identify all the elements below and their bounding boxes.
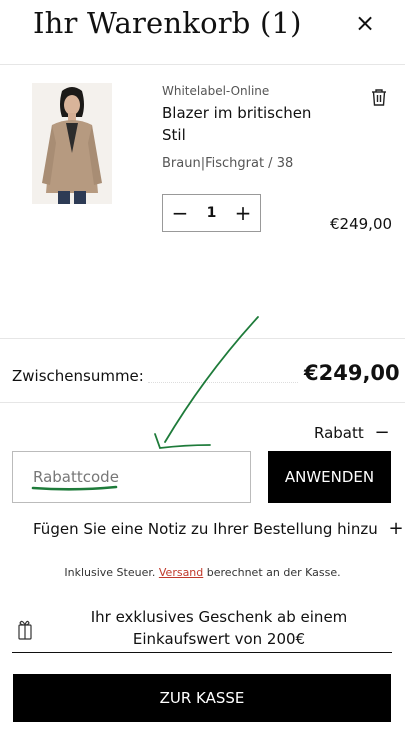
increase-quantity-button[interactable]: + — [234, 203, 252, 223]
subtotal-value: €249,00 — [304, 361, 400, 385]
checkout-button[interactable]: ZUR KASSE — [13, 674, 391, 722]
apply-discount-button[interactable]: ANWENDEN — [268, 451, 391, 503]
tax-shipping-note: Inklusive Steuer. Versand berechnet an d… — [0, 566, 405, 579]
discount-toggle-label: Rabatt — [314, 424, 364, 442]
product-vendor: Whitelabel-Online — [162, 84, 270, 98]
decrease-quantity-button[interactable]: − — [171, 203, 189, 223]
discount-code-input[interactable] — [12, 451, 251, 503]
product-variant: Braun|Fischgrat / 38 — [162, 156, 294, 171]
minus-icon: − — [374, 422, 390, 443]
plus-icon: + — [388, 518, 404, 539]
gift-progress-track — [12, 652, 392, 653]
trash-icon[interactable] — [368, 86, 390, 108]
shipping-link[interactable]: Versand — [159, 566, 203, 579]
dotted-leader — [148, 382, 298, 383]
line-item-price: €249,00 — [330, 215, 393, 233]
close-icon[interactable]: × — [352, 10, 378, 36]
divider — [0, 402, 405, 403]
divider — [0, 338, 405, 339]
discount-toggle[interactable]: Rabatt − — [314, 422, 390, 443]
add-note-toggle[interactable]: Fügen Sie eine Notiz zu Ihrer Bestellung… — [33, 518, 404, 539]
gift-icon — [16, 617, 34, 641]
tax-suffix: berechnet an der Kasse. — [206, 566, 341, 579]
tax-prefix: Inklusive Steuer. — [64, 566, 156, 579]
divider — [0, 64, 405, 65]
quantity-stepper: − 1 + — [162, 194, 261, 232]
subtotal-label: Zwischensumme: — [12, 367, 144, 385]
add-note-label: Fügen Sie eine Notiz zu Ihrer Bestellung… — [33, 520, 378, 538]
product-image[interactable] — [32, 83, 112, 204]
cart-title: Ihr Warenkorb (1) — [33, 6, 302, 40]
product-name[interactable]: Blazer im britischen Stil — [162, 102, 322, 146]
quantity-value[interactable]: 1 — [207, 205, 217, 221]
gift-threshold-message: Ihr exklusives Geschenk ab einem Einkauf… — [90, 608, 348, 648]
